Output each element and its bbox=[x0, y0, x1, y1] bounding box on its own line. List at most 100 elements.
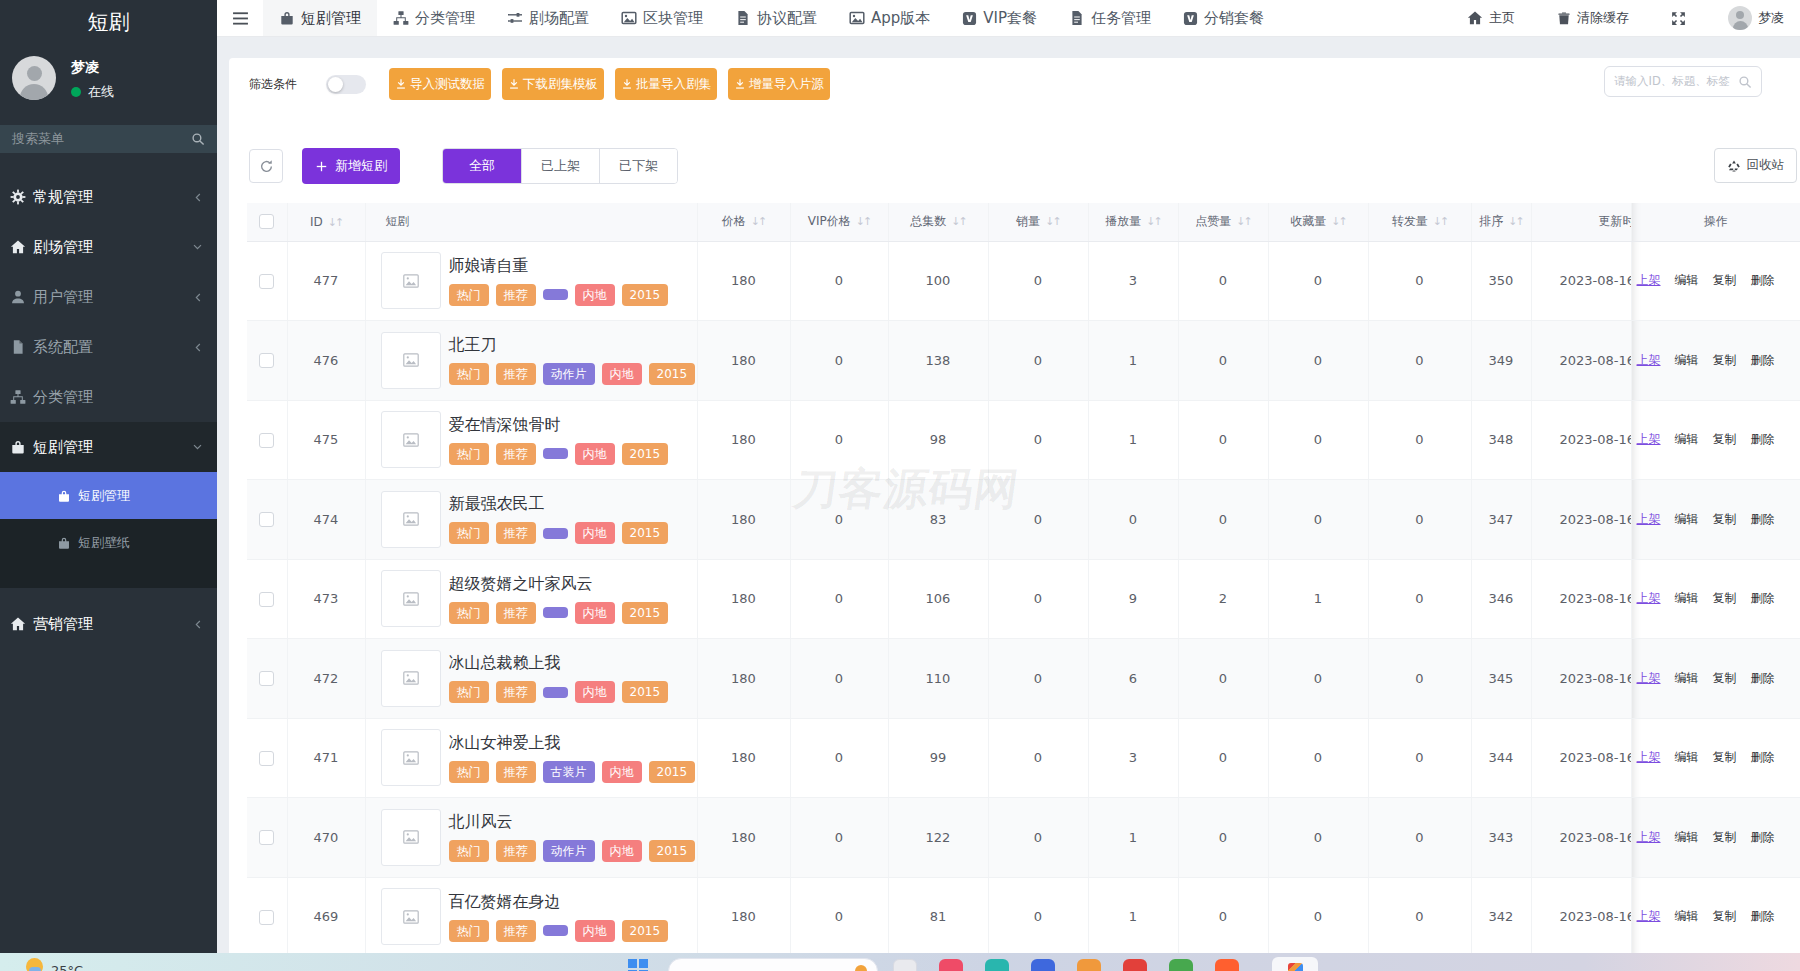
sidebar-item-6[interactable]: 营销管理 bbox=[0, 599, 217, 649]
sidebar-subitem-0[interactable]: 短剧管理 bbox=[0, 472, 217, 519]
row-checkbox[interactable] bbox=[259, 910, 274, 925]
row-checkbox[interactable] bbox=[259, 512, 274, 527]
column-header-shares[interactable]: 转发量↓↑ bbox=[1368, 203, 1471, 241]
action-publish[interactable]: 上架 bbox=[1637, 909, 1661, 923]
action-copy[interactable]: 复制 bbox=[1713, 273, 1737, 287]
action-edit[interactable]: 编辑 bbox=[1675, 273, 1699, 287]
sidebar-item-0[interactable]: 常规管理 bbox=[0, 172, 217, 222]
column-header-likes[interactable]: 点赞量↓↑ bbox=[1178, 203, 1268, 241]
start-button[interactable] bbox=[628, 959, 648, 971]
home-link[interactable]: 主页 bbox=[1467, 9, 1515, 27]
sidebar-item-4[interactable]: 分类管理 bbox=[0, 372, 217, 422]
sort-icon[interactable]: ↓↑ bbox=[951, 215, 965, 228]
sidebar-subitem-1[interactable]: 短剧壁纸 bbox=[0, 519, 217, 566]
nav-tab-5[interactable]: App版本 bbox=[833, 0, 946, 36]
nav-tab-2[interactable]: 剧场配置 bbox=[491, 0, 605, 36]
table-search-input[interactable]: 请输入ID、标题、标签 bbox=[1604, 66, 1762, 97]
action-edit[interactable]: 编辑 bbox=[1675, 591, 1699, 605]
row-checkbox[interactable] bbox=[259, 751, 274, 766]
sort-icon[interactable]: ↓↑ bbox=[1045, 215, 1059, 228]
action-copy[interactable]: 复制 bbox=[1713, 750, 1737, 764]
column-header-vip[interactable]: VIP价格↓↑ bbox=[790, 203, 888, 241]
drama-thumbnail[interactable] bbox=[381, 809, 441, 866]
sort-icon[interactable]: ↓↑ bbox=[751, 215, 765, 228]
import-button-0[interactable]: 导入测试数据 bbox=[389, 68, 491, 100]
select-all-checkbox[interactable] bbox=[259, 214, 274, 229]
refresh-button[interactable] bbox=[249, 149, 283, 183]
action-edit[interactable]: 编辑 bbox=[1675, 432, 1699, 446]
action-copy[interactable]: 复制 bbox=[1713, 591, 1737, 605]
action-delete[interactable]: 删除 bbox=[1751, 591, 1775, 605]
action-publish[interactable]: 上架 bbox=[1637, 671, 1661, 685]
nav-tab-4[interactable]: 协议配置 bbox=[719, 0, 833, 36]
action-publish[interactable]: 上架 bbox=[1637, 830, 1661, 844]
nav-tab-1[interactable]: 分类管理 bbox=[377, 0, 491, 36]
taskbar-app-1[interactable] bbox=[939, 959, 963, 971]
row-checkbox[interactable] bbox=[259, 671, 274, 686]
action-delete[interactable]: 删除 bbox=[1751, 671, 1775, 685]
drama-thumbnail[interactable] bbox=[381, 491, 441, 548]
action-copy[interactable]: 复制 bbox=[1713, 512, 1737, 526]
taskbar-app-3[interactable] bbox=[1031, 959, 1055, 971]
column-header-sort[interactable]: 排序↓↑ bbox=[1471, 203, 1531, 241]
row-checkbox[interactable] bbox=[259, 353, 274, 368]
fullscreen-button[interactable] bbox=[1671, 11, 1686, 26]
action-edit[interactable]: 编辑 bbox=[1675, 750, 1699, 764]
action-copy[interactable]: 复制 bbox=[1713, 830, 1737, 844]
action-delete[interactable]: 删除 bbox=[1751, 273, 1775, 287]
nav-tab-6[interactable]: VIP套餐 bbox=[946, 0, 1053, 36]
status-tab-0[interactable]: 全部 bbox=[443, 149, 521, 183]
import-button-3[interactable]: 增量导入片源 bbox=[728, 68, 830, 100]
column-header-episodes[interactable]: 总集数↓↑ bbox=[888, 203, 988, 241]
column-header-id[interactable]: ID↓↑ bbox=[287, 203, 365, 241]
taskbar-search[interactable] bbox=[668, 958, 878, 971]
drama-thumbnail[interactable] bbox=[381, 650, 441, 707]
column-header-sales[interactable]: 销量↓↑ bbox=[988, 203, 1088, 241]
row-checkbox[interactable] bbox=[259, 433, 274, 448]
action-publish[interactable]: 上架 bbox=[1637, 591, 1661, 605]
action-delete[interactable]: 删除 bbox=[1751, 512, 1775, 526]
action-delete[interactable]: 删除 bbox=[1751, 432, 1775, 446]
action-edit[interactable]: 编辑 bbox=[1675, 909, 1699, 923]
taskbar-app-4[interactable] bbox=[1077, 959, 1101, 971]
nav-tab-0[interactable]: 短剧管理 bbox=[263, 0, 377, 36]
sort-icon[interactable]: ↓↑ bbox=[856, 215, 870, 228]
action-publish[interactable]: 上架 bbox=[1637, 512, 1661, 526]
taskbar-app-5[interactable] bbox=[1123, 959, 1147, 971]
taskbar-active-app[interactable] bbox=[1272, 957, 1318, 971]
sort-icon[interactable]: ↓↑ bbox=[1508, 215, 1522, 228]
sidebar-item-1[interactable]: 剧场管理 bbox=[0, 222, 217, 272]
drama-thumbnail[interactable] bbox=[381, 332, 441, 389]
action-copy[interactable]: 复制 bbox=[1713, 432, 1737, 446]
action-edit[interactable]: 编辑 bbox=[1675, 512, 1699, 526]
sidebar-item-5[interactable]: 短剧管理 bbox=[0, 422, 217, 472]
drama-thumbnail[interactable] bbox=[381, 570, 441, 627]
recycle-bin-button[interactable]: 回收站 bbox=[1714, 148, 1798, 183]
sort-icon[interactable]: ↓↑ bbox=[1331, 215, 1345, 228]
sort-icon[interactable]: ↓↑ bbox=[328, 216, 342, 229]
action-publish[interactable]: 上架 bbox=[1637, 750, 1661, 764]
action-publish[interactable]: 上架 bbox=[1637, 353, 1661, 367]
action-delete[interactable]: 删除 bbox=[1751, 353, 1775, 367]
status-tab-2[interactable]: 已下架 bbox=[599, 149, 677, 183]
action-copy[interactable]: 复制 bbox=[1713, 909, 1737, 923]
action-publish[interactable]: 上架 bbox=[1637, 273, 1661, 287]
nav-tab-7[interactable]: 任务管理 bbox=[1053, 0, 1167, 36]
action-publish[interactable]: 上架 bbox=[1637, 432, 1661, 446]
action-delete[interactable]: 删除 bbox=[1751, 830, 1775, 844]
row-checkbox[interactable] bbox=[259, 830, 274, 845]
column-header-price[interactable]: 价格↓↑ bbox=[697, 203, 790, 241]
row-checkbox[interactable] bbox=[259, 274, 274, 289]
sidebar-item-3[interactable]: 系统配置 bbox=[0, 322, 217, 372]
status-tab-1[interactable]: 已上架 bbox=[521, 149, 599, 183]
taskbar-app-0[interactable] bbox=[893, 959, 917, 971]
import-button-1[interactable]: 下载剧集模板 bbox=[502, 68, 604, 100]
filter-toggle[interactable] bbox=[326, 75, 366, 94]
sidebar-search-input[interactable]: 搜索菜单 bbox=[0, 125, 217, 153]
action-copy[interactable]: 复制 bbox=[1713, 353, 1737, 367]
action-delete[interactable]: 删除 bbox=[1751, 909, 1775, 923]
action-edit[interactable]: 编辑 bbox=[1675, 830, 1699, 844]
taskbar-app-2[interactable] bbox=[985, 959, 1009, 971]
sort-icon[interactable]: ↓↑ bbox=[1433, 215, 1447, 228]
weather-widget[interactable]: 25°C bbox=[26, 958, 83, 971]
